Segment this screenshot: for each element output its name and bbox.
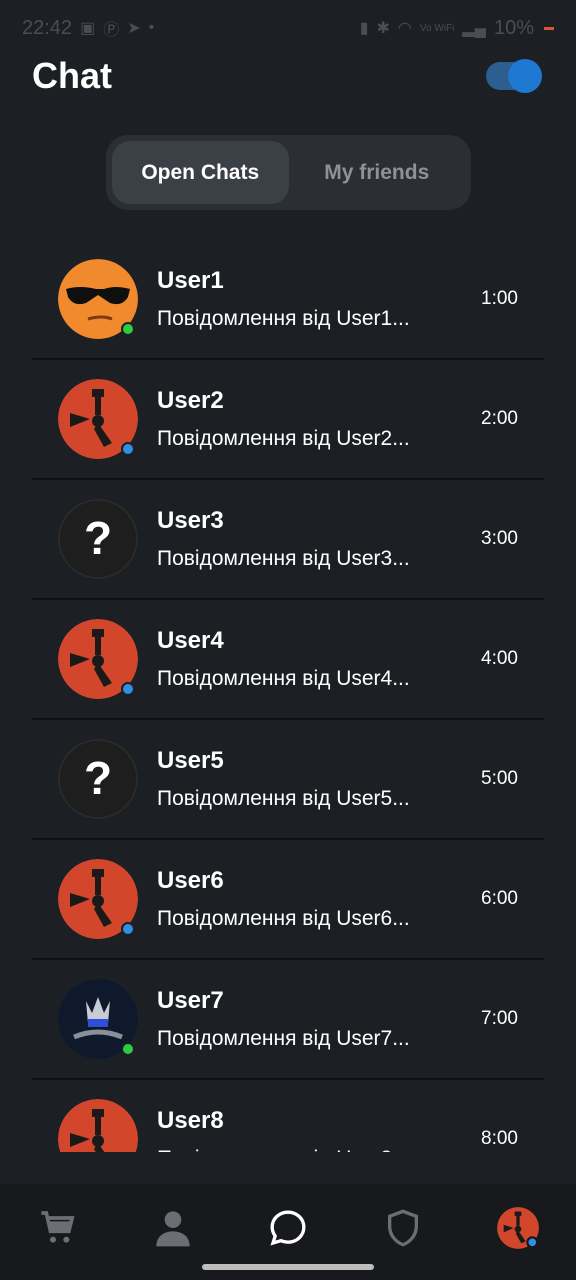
home-indicator[interactable] xyxy=(202,1264,374,1270)
chat-preview: Повідомлення від User1... xyxy=(157,307,410,330)
chat-row-user4[interactable]: User4 Повідомлення від User4... 4:00 xyxy=(32,600,544,720)
chat-list[interactable]: User1 Повідомлення від User1... 1:00 User2 П… xyxy=(32,240,544,1152)
nav-shield[interactable] xyxy=(373,1198,433,1258)
chat-name: User5 xyxy=(157,747,224,774)
tab-open-chats[interactable]: Open Chats xyxy=(112,141,289,204)
avatar-image xyxy=(58,1099,138,1152)
avatar-image: ? xyxy=(58,499,138,579)
avatar xyxy=(58,619,138,699)
header: Chat xyxy=(32,52,544,100)
chat-row-user8[interactable]: User8 Повідомлення від User8...8:00 xyxy=(32,1080,544,1152)
dot-icon: • xyxy=(148,19,155,36)
status-time: 22:42 xyxy=(22,16,73,39)
nav-cart[interactable] xyxy=(28,1198,88,1258)
signal-icon: ▂▄ xyxy=(462,20,486,37)
nav-profile[interactable] xyxy=(143,1198,203,1258)
battery-icon xyxy=(544,26,554,30)
presence-dot xyxy=(121,922,135,936)
profile-icon xyxy=(156,1211,190,1247)
chat-time: 8:00 xyxy=(481,1128,518,1149)
chat-preview: Повідомлення від User4... xyxy=(157,667,410,690)
chat-time: 7:00 xyxy=(481,1008,518,1029)
chat-row-user6[interactable]: User6 Повідомлення від User6... 6:00 xyxy=(32,840,544,960)
chat-row-user7[interactable]: User7 Повідомлення від User7... 7:00 xyxy=(32,960,544,1080)
chat-row-user5[interactable]: ? User5 Повідомлення від User5... 5:00 xyxy=(32,720,544,840)
chat-time: 4:00 xyxy=(481,648,518,669)
avatar xyxy=(58,1099,138,1152)
rust-avatar-icon xyxy=(497,1207,540,1249)
chat-time: 1:00 xyxy=(481,288,518,309)
page-title: Chat xyxy=(32,55,112,96)
chat-text: User5 Повідомлення від User5... xyxy=(157,747,481,811)
chat-preview: Повідомлення від User7... xyxy=(157,1027,410,1050)
chat-text: User4 Повідомлення від User4... xyxy=(157,627,481,691)
avatar xyxy=(58,379,138,459)
avatar xyxy=(58,979,138,1059)
status-bar: 22:42 ▣ Ⓟ ➤ • ▮ ✱ ◠ Vo WiFi ▂▄ 10% xyxy=(0,0,576,56)
presence-dot xyxy=(121,442,135,456)
chat-preview: Повідомлення від User3... xyxy=(157,547,410,570)
chat-text: User8 Повідомлення від User8... xyxy=(157,1107,481,1152)
chat-text: User2 Повідомлення від User2... xyxy=(157,387,481,451)
svg-text:?: ? xyxy=(84,752,112,804)
avatar xyxy=(58,259,138,339)
chat-time: 6:00 xyxy=(481,888,518,909)
chat-row-user3[interactable]: ? User3 Повідомлення від User3... 3:00 xyxy=(32,480,544,600)
gallery-icon: ▣ xyxy=(80,20,96,37)
chat-text: User6 Повідомлення від User6... xyxy=(157,867,481,931)
chat-preview: Повідомлення від User2... xyxy=(157,427,410,450)
chat-name: User3 xyxy=(157,507,224,534)
nav-profile-avatar[interactable] xyxy=(488,1198,548,1258)
shield-icon xyxy=(388,1209,419,1247)
chat-text: User1 Повідомлення від User1... xyxy=(157,267,481,331)
avatar: ? xyxy=(58,739,138,819)
vowifi-icon: Vo WiFi xyxy=(419,22,455,34)
avatar xyxy=(58,859,138,939)
presence-dot xyxy=(121,682,135,696)
chat-row-user1[interactable]: User1 Повідомлення від User1... 1:00 xyxy=(32,240,544,360)
presence-dot xyxy=(121,322,135,336)
nav-chat[interactable] xyxy=(258,1198,318,1258)
chat-name: User6 xyxy=(157,867,224,894)
chat-time: 5:00 xyxy=(481,768,518,789)
chat-name: User7 xyxy=(157,987,224,1014)
chat-text: User7 Повідомлення від User7... xyxy=(157,987,481,1051)
chat-tabs: Open Chats My friends xyxy=(106,135,471,210)
chat-time: 3:00 xyxy=(481,528,518,549)
chat-preview: Повідомлення від User8... xyxy=(157,1147,481,1152)
chat-text: User3 Повідомлення від User3... xyxy=(157,507,481,571)
chat-bubble-icon xyxy=(270,1210,306,1246)
rust-logo-icon xyxy=(58,1099,138,1152)
wifi-icon: ◠ xyxy=(397,20,412,37)
svg-text:?: ? xyxy=(84,512,112,564)
battery-percent: 10% xyxy=(493,16,534,39)
chat-row-user2[interactable]: User2 Повідомлення від User2... 2:00 xyxy=(32,360,544,480)
telegram-icon: ➤ xyxy=(127,20,141,37)
status-left: 22:42 ▣ Ⓟ ➤ • xyxy=(22,16,154,40)
unknown-user-icon: ? xyxy=(58,499,138,579)
chat-name: User4 xyxy=(157,627,224,654)
pinterest-icon: Ⓟ xyxy=(103,22,120,39)
bluetooth-icon: ✱ xyxy=(376,20,390,37)
chat-time: 2:00 xyxy=(481,408,518,429)
theme-toggle[interactable] xyxy=(486,59,542,93)
status-right: ▮ ✱ ◠ Vo WiFi ▂▄ 10% xyxy=(360,17,554,40)
avatar: ? xyxy=(58,499,138,579)
battery-saver-icon: ▮ xyxy=(359,20,369,37)
tab-my-friends[interactable]: My friends xyxy=(289,141,466,204)
unknown-user-icon: ? xyxy=(58,739,138,819)
avatar-image: ? xyxy=(58,739,138,819)
chat-name: User1 xyxy=(157,267,224,294)
chat-preview: Повідомлення від User6... xyxy=(157,907,410,930)
chat-name: User8 xyxy=(157,1107,224,1134)
chat-preview: Повідомлення від User5... xyxy=(157,787,410,810)
toggle-knob xyxy=(508,59,542,93)
cart-icon xyxy=(40,1211,75,1243)
chat-name: User2 xyxy=(157,387,224,414)
presence-dot xyxy=(121,1042,135,1056)
